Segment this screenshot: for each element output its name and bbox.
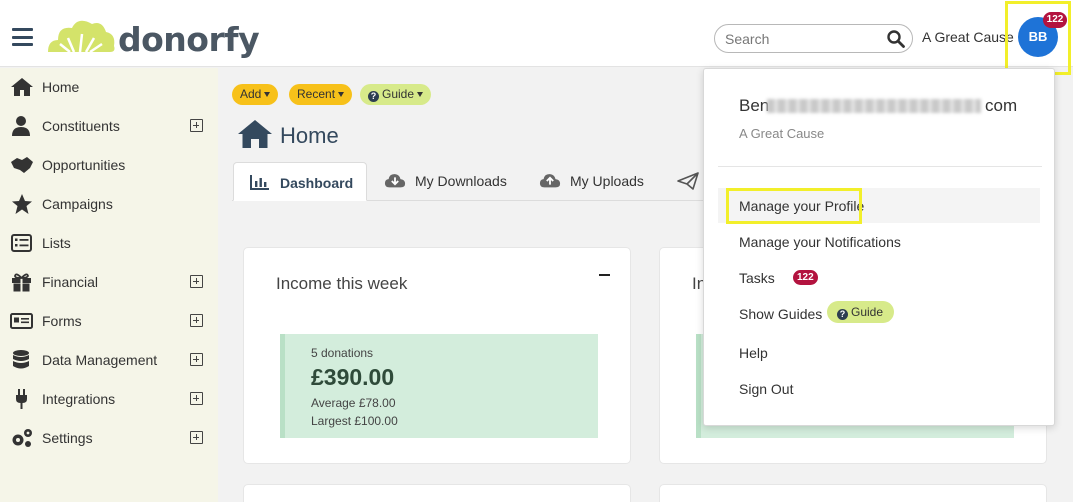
- blurred-email: [767, 99, 981, 113]
- expand-plus-icon[interactable]: [190, 392, 203, 405]
- sidebar-item-campaigns[interactable]: Campaigns: [0, 185, 218, 224]
- guide-button-label: Guide: [382, 87, 415, 101]
- gears-icon: [12, 429, 32, 447]
- hamburger-menu-icon[interactable]: [12, 28, 33, 46]
- sidebar-item-financial[interactable]: Financial: [0, 263, 218, 302]
- income-amount: £390.00: [311, 364, 395, 390]
- brand-name[interactable]: donorfy: [118, 22, 260, 58]
- sidebar: Home Constituents Opportunities Campaign…: [0, 68, 218, 502]
- question-icon: ?: [368, 91, 379, 102]
- cloud-upload-icon: [539, 174, 561, 188]
- sidebar-item-integrations[interactable]: Integrations: [0, 380, 218, 419]
- guide-pill[interactable]: ? Guide: [827, 301, 895, 323]
- home-icon: [11, 78, 33, 96]
- sign-out-item[interactable]: Sign Out: [718, 371, 1040, 406]
- sidebar-item-label: Forms: [42, 313, 82, 329]
- search-box[interactable]: [714, 24, 913, 53]
- search-icon[interactable]: [886, 29, 906, 49]
- largest-donation: Largest £100.00: [311, 414, 398, 428]
- tab-send[interactable]: [677, 162, 703, 201]
- cloud-download-icon: [384, 174, 406, 188]
- sidebar-item-label: Financial: [42, 274, 99, 290]
- bar-chart-icon: [250, 175, 269, 190]
- tab-dashboard[interactable]: Dashboard: [233, 162, 367, 201]
- average-donation: Average £78.00: [311, 396, 396, 410]
- profile-highlight-box: [726, 188, 862, 224]
- sidebar-item-lists[interactable]: Lists: [0, 224, 218, 263]
- collapse-minus-icon[interactable]: [599, 274, 610, 276]
- expand-plus-icon[interactable]: [190, 431, 203, 444]
- menu-item-label: Tasks: [739, 270, 775, 286]
- sidebar-item-label: Integrations: [42, 391, 116, 407]
- list-icon: [11, 234, 32, 252]
- guide-button[interactable]: ? Guide: [360, 84, 432, 105]
- user-name: Ben: [739, 96, 770, 115]
- star-icon: [12, 194, 32, 214]
- paper-plane-icon: [677, 172, 699, 190]
- chevron-down-icon: [417, 92, 424, 97]
- chevron-down-icon: [264, 92, 271, 97]
- user-org: A Great Cause: [739, 126, 825, 141]
- tab-label: Dashboard: [280, 175, 354, 191]
- gift-icon: [12, 273, 31, 292]
- menu-item-label: Manage your Notifications: [739, 234, 901, 250]
- tasks-item[interactable]: Tasks 122: [718, 260, 1040, 295]
- tab-label: My Uploads: [570, 173, 644, 189]
- user-menu-dropdown: Ben com A Great Cause Manage your Profil…: [703, 68, 1055, 426]
- org-name[interactable]: A Great Cause: [922, 29, 1014, 45]
- sidebar-item-label: Settings: [42, 430, 93, 446]
- donation-count: 5 donations: [311, 346, 374, 360]
- income-week-card: Income this week 5 donations £390.00 Ave…: [243, 247, 631, 464]
- income-stat-box: 5 donations £390.00 Average £78.00 Large…: [280, 334, 598, 438]
- tab-my-uploads[interactable]: My Uploads: [539, 162, 659, 201]
- top-header: donorfy A Great Cause BB 122: [0, 0, 1073, 67]
- dashboard-card: [243, 484, 631, 502]
- sidebar-item-forms[interactable]: Forms: [0, 302, 218, 341]
- menu-item-label: Show Guides: [739, 306, 823, 322]
- dashboard-card: [659, 484, 1047, 502]
- handshake-icon: [11, 157, 33, 173]
- show-guides-item[interactable]: Show Guides ? Guide: [718, 296, 1040, 331]
- plug-icon: [16, 389, 27, 409]
- menu-item-label: Help: [739, 345, 768, 361]
- user-email-end: com: [985, 96, 1018, 115]
- database-icon: [13, 350, 29, 369]
- recent-button-label: Recent: [297, 87, 336, 101]
- expand-plus-icon[interactable]: [190, 119, 203, 132]
- add-button-label: Add: [240, 87, 262, 101]
- help-item[interactable]: Help: [718, 335, 1040, 370]
- tab-label: My Downloads: [415, 173, 507, 189]
- sidebar-item-label: Constituents: [42, 118, 120, 134]
- menu-item-label: Sign Out: [739, 381, 794, 397]
- person-icon: [12, 116, 30, 136]
- sidebar-item-label: Data Management: [42, 352, 158, 368]
- add-button[interactable]: Add: [232, 84, 279, 105]
- expand-plus-icon[interactable]: [190, 353, 203, 366]
- tab-my-downloads[interactable]: My Downloads: [384, 162, 524, 201]
- home-icon: [238, 120, 272, 148]
- search-input[interactable]: [725, 29, 885, 49]
- form-icon: [10, 313, 33, 329]
- sidebar-item-settings[interactable]: Settings: [0, 419, 218, 458]
- sidebar-item-constituents[interactable]: Constituents: [0, 107, 218, 146]
- sidebar-item-data-management[interactable]: Data Management: [0, 341, 218, 380]
- sidebar-item-label: Opportunities: [42, 157, 126, 173]
- expand-plus-icon[interactable]: [190, 314, 203, 327]
- guide-pill-label: Guide: [851, 305, 884, 319]
- sidebar-item-label: Lists: [42, 235, 71, 251]
- menu-divider: [718, 166, 1042, 167]
- sidebar-item-label: Campaigns: [42, 196, 113, 212]
- page-title: Home: [280, 123, 339, 148]
- sidebar-item-opportunities[interactable]: Opportunities: [0, 146, 218, 185]
- recent-button[interactable]: Recent: [289, 84, 353, 105]
- card-title: Income this week: [276, 274, 408, 293]
- tasks-badge: 122: [793, 270, 818, 285]
- sidebar-item-label: Home: [42, 79, 80, 95]
- chevron-down-icon: [338, 92, 345, 97]
- sidebar-item-home[interactable]: Home: [0, 68, 218, 107]
- expand-plus-icon[interactable]: [190, 275, 203, 288]
- avatar-highlight-box: [1005, 1, 1071, 75]
- question-icon: ?: [837, 309, 848, 320]
- manage-notifications-item[interactable]: Manage your Notifications: [718, 224, 1040, 259]
